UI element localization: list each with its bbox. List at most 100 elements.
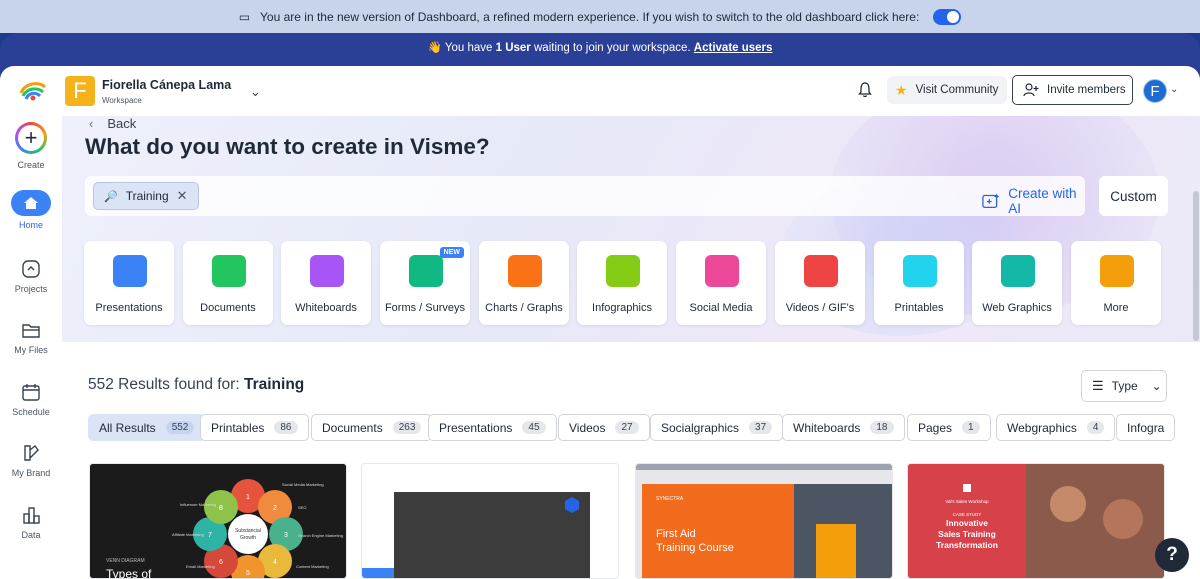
category-icon bbox=[212, 255, 246, 287]
svg-text:1: 1 bbox=[246, 494, 250, 501]
invite-members-button[interactable]: Invite members bbox=[1012, 75, 1133, 105]
category-label: Social Media bbox=[689, 302, 753, 314]
category-charts-graphs[interactable]: Charts / Graphs bbox=[479, 241, 569, 325]
category-icon bbox=[804, 255, 838, 287]
svg-text:2: 2 bbox=[273, 505, 277, 512]
template-card[interactable] bbox=[361, 463, 619, 579]
category-documents[interactable]: Documents bbox=[183, 241, 273, 325]
new-badge: NEW bbox=[439, 247, 464, 258]
template-card[interactable]: SYNECTRA First Aid Training Course bbox=[635, 463, 893, 579]
app-header: F Fiorella Cánepa Lama Workspace ⌄ ★ Vis… bbox=[0, 66, 1200, 116]
filter-tab-presentations[interactable]: Presentations 45 bbox=[428, 414, 557, 441]
template-card[interactable]: Val's Sales Workshop CASE STUDY Innovati… bbox=[907, 463, 1165, 579]
search-chip[interactable]: 🔎 Training ✕ bbox=[93, 182, 199, 210]
category-printables[interactable]: Printables bbox=[874, 241, 964, 325]
bell-icon[interactable] bbox=[858, 82, 872, 98]
sidebar-item-my-brand[interactable]: My Brand bbox=[0, 442, 62, 478]
category-icon bbox=[508, 255, 542, 287]
workspace-label: Workspace bbox=[102, 96, 142, 105]
template-card[interactable]: Substancial Growth 1 2 3 4 5 6 7 8 Socia… bbox=[89, 463, 347, 579]
count-badge: 263 bbox=[392, 421, 422, 434]
banner-text: You are in the new version of Dashboard,… bbox=[260, 9, 920, 24]
svg-text:Affiliate Marketing: Affiliate Marketing bbox=[172, 532, 204, 537]
filter-tab-all-results[interactable]: All Results 552 bbox=[88, 414, 206, 441]
svg-text:Growth: Growth bbox=[240, 535, 256, 541]
brand-icon bbox=[24, 445, 39, 461]
category-forms-surveys[interactable]: Forms / Surveys NEW bbox=[380, 241, 470, 325]
filter-tab-webgraphics[interactable]: Webgraphics 4 bbox=[996, 414, 1116, 441]
custom-size-button[interactable]: Custom bbox=[1099, 176, 1168, 216]
results-heading: 552 Results found for: Training bbox=[88, 376, 305, 393]
count-badge: 45 bbox=[522, 421, 546, 434]
workspace-avatar[interactable]: F bbox=[65, 76, 95, 106]
category-social-media[interactable]: Social Media bbox=[676, 241, 766, 325]
svg-text:Transformation: Transformation bbox=[936, 540, 998, 550]
back-button[interactable]: ‹ Back bbox=[89, 116, 136, 131]
sidebar-item-data[interactable]: Data bbox=[0, 504, 62, 540]
type-filter-dropdown[interactable]: ☰ Type ⌄ bbox=[1081, 370, 1167, 402]
category-label: Charts / Graphs bbox=[485, 302, 563, 314]
category-whiteboards[interactable]: Whiteboards bbox=[281, 241, 371, 325]
visme-logo-icon[interactable] bbox=[19, 81, 47, 101]
create-with-ai-button[interactable]: Create with AI bbox=[982, 186, 1085, 216]
filter-tab-printables[interactable]: Printables 86 bbox=[200, 414, 309, 441]
calendar-icon bbox=[22, 384, 40, 401]
sidebar-item-my-files[interactable]: My Files bbox=[0, 319, 62, 355]
page-title: What do you want to create in Visme? bbox=[85, 134, 490, 159]
category-infographics[interactable]: Infographics bbox=[577, 241, 667, 325]
category-icon bbox=[903, 255, 937, 287]
sidebar-item-schedule[interactable]: Schedule bbox=[0, 381, 62, 417]
svg-text:VENN DIAGRAM: VENN DIAGRAM bbox=[106, 558, 145, 564]
search-bar[interactable]: 🔎 Training ✕ Create with AI bbox=[85, 176, 1085, 216]
svg-text:Email Marketing: Email Marketing bbox=[186, 564, 215, 569]
old-dashboard-toggle[interactable] bbox=[933, 8, 962, 25]
hand-icon: 👋 bbox=[427, 42, 442, 54]
category-web-graphics[interactable]: Web Graphics bbox=[972, 241, 1062, 325]
category-more[interactable]: More bbox=[1071, 241, 1161, 325]
filter-tab-infogra[interactable]: Infogra bbox=[1116, 414, 1176, 441]
create-hero: ‹ Back What do you want to create in Vism… bbox=[62, 116, 1200, 342]
svg-text:First Aid: First Aid bbox=[656, 528, 696, 540]
category-presentations[interactable]: Presentations bbox=[84, 241, 174, 325]
svg-text:Sales Training: Sales Training bbox=[938, 529, 996, 539]
filter-tabs: All Results 552 Printables 86 Documents 263 Pr… bbox=[88, 414, 1200, 442]
category-label: Web Graphics bbox=[982, 302, 1052, 314]
workspace-name[interactable]: Fiorella Cánepa Lama bbox=[102, 78, 231, 92]
category-icon bbox=[310, 255, 344, 287]
filter-tab-pages[interactable]: Pages 1 bbox=[907, 414, 991, 441]
sidebar-item-home[interactable]: Home bbox=[0, 190, 62, 230]
chevron-left-icon: ‹ bbox=[89, 116, 94, 131]
count-badge: 18 bbox=[870, 421, 894, 434]
activate-users-link[interactable]: Activate users bbox=[694, 42, 773, 54]
svg-text:Training Course: Training Course bbox=[656, 542, 734, 554]
sidebar-item-create[interactable]: + Create bbox=[0, 122, 62, 170]
dashboard-version-banner: ▭ You are in the new version of Dashboar… bbox=[0, 0, 1200, 33]
visit-community-button[interactable]: ★ Visit Community bbox=[887, 76, 1007, 104]
count-badge: 4 bbox=[1086, 421, 1105, 434]
svg-text:Social Media Marketing: Social Media Marketing bbox=[282, 482, 324, 487]
user-avatar[interactable]: F bbox=[1143, 79, 1167, 103]
scrollbar[interactable] bbox=[1193, 191, 1199, 341]
filter-tab-whiteboards[interactable]: Whiteboards 18 bbox=[782, 414, 905, 441]
home-icon bbox=[11, 190, 51, 216]
category-videos-gif-s[interactable]: Videos / GIF's bbox=[775, 241, 865, 325]
filter-tab-documents[interactable]: Documents 263 bbox=[311, 414, 433, 441]
count-badge: 27 bbox=[615, 421, 639, 434]
svg-text:Val's Sales Workshop: Val's Sales Workshop bbox=[945, 499, 989, 504]
chevron-down-icon[interactable]: ⌄ bbox=[1170, 84, 1178, 95]
svg-text:Innovative: Innovative bbox=[946, 518, 988, 528]
venn-center-label: Substancial bbox=[235, 528, 261, 534]
svg-text:3: 3 bbox=[284, 532, 288, 539]
chevron-down-icon[interactable]: ⌄ bbox=[250, 84, 261, 100]
filter-tab-videos[interactable]: Videos 27 bbox=[558, 414, 650, 441]
category-label: Infographics bbox=[592, 302, 652, 314]
sidebar: + Create Home Projects My Files Schedule… bbox=[0, 116, 62, 579]
close-icon[interactable]: ✕ bbox=[177, 188, 188, 204]
sidebar-item-projects[interactable]: Projects bbox=[0, 258, 62, 294]
filter-tab-socialgraphics[interactable]: Socialgraphics 37 bbox=[650, 414, 784, 441]
help-button[interactable]: ? bbox=[1155, 538, 1189, 572]
category-label: More bbox=[1103, 302, 1129, 314]
svg-text:Content Marketing: Content Marketing bbox=[296, 564, 329, 569]
category-icon bbox=[409, 255, 443, 287]
svg-text:Search Engine Marketing: Search Engine Marketing bbox=[298, 533, 343, 538]
